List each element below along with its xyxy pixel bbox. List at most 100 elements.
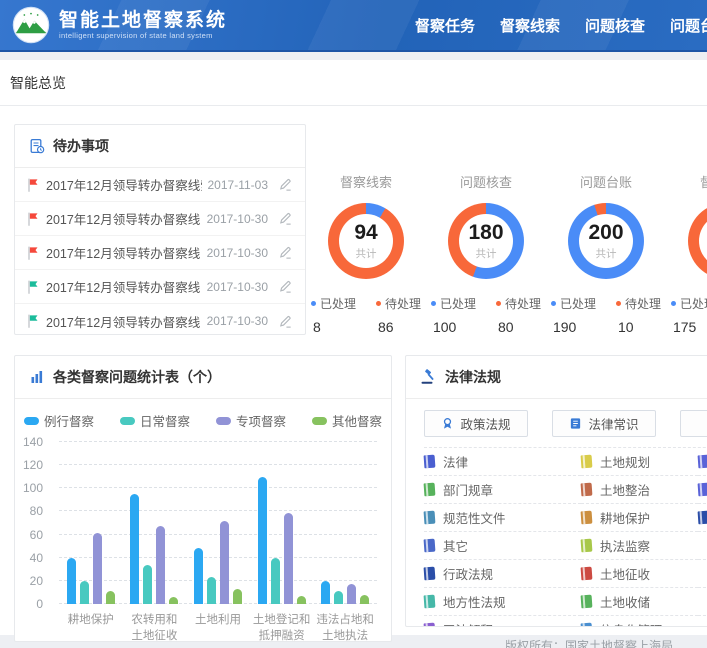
bar-chart-card: 各类督察问题统计表（个） 例行督察日常督察专项督察其他督察 0204060801… [14, 355, 392, 642]
legend-processed: 已处理 190 [551, 295, 596, 335]
todo-item[interactable]: 2017年12月领导转办督察线索 2017-10-30 [15, 236, 305, 270]
bottom-row: 各类督察问题统计表（个） 例行督察日常督察专项督察其他督察 0204060801… [14, 355, 707, 642]
todo-item[interactable]: 2017年12月领导转办督察线索 2017-10-30 [15, 202, 305, 236]
book-icon [581, 595, 593, 609]
bar [93, 533, 102, 604]
law-category-item[interactable]: 土地征收 [581, 560, 698, 588]
book-icon [581, 511, 593, 525]
bar-chart-legend: 例行督察日常督察专项督察其他督察 [15, 411, 391, 430]
book-icon [581, 539, 593, 553]
law-category-label: 地方性法规 [443, 592, 506, 611]
laws-card-title: 法律法规 [445, 367, 501, 387]
bar [321, 581, 330, 604]
law-category-item[interactable]: 规范性文件 [424, 504, 581, 532]
law-category-label: 执法监察 [600, 536, 650, 555]
bar [271, 558, 280, 604]
law-category-item[interactable]: 行政法规 [424, 560, 581, 588]
top-row: 待办事项 2017年12月领导转办督察线索 2017-11-03 2017年12… [0, 124, 707, 335]
law-category-label: 土地整治 [600, 480, 650, 499]
law-button-1[interactable]: 法律常识 [552, 410, 656, 437]
law-buttons-row: 政策法规 法律常识 [406, 410, 707, 437]
todo-item[interactable]: 2017年12月领导转办督察线索 2017-11-03 [15, 168, 305, 202]
donut-chart-3: 督察任务 已处理 175 待处理 [666, 172, 707, 335]
flag-icon [27, 246, 39, 260]
law-category-item[interactable]: 耕地保护 [581, 504, 698, 532]
edit-icon[interactable] [278, 314, 293, 329]
nav-item-2[interactable]: 问题核查 [585, 15, 645, 36]
law-category-item[interactable]: 信息化管理 [581, 616, 698, 627]
edit-icon[interactable] [278, 177, 293, 192]
bar [360, 595, 369, 604]
law-button-0[interactable]: 政策法规 [424, 410, 528, 437]
law-category-label: 法律 [443, 452, 468, 471]
y-tick-label: 40 [30, 551, 43, 565]
y-tick-label: 60 [30, 528, 43, 542]
donut-stats-area: 督察线索 94 共计 已处理 8 待处理 86 问题核查 180 共计 [306, 124, 707, 335]
todo-item-date: 2017-10-30 [207, 280, 268, 294]
law-category-item[interactable] [698, 476, 707, 504]
law-button-label: 法律常识 [588, 414, 638, 433]
flag-icon [27, 280, 39, 294]
edit-icon[interactable] [278, 211, 293, 226]
edit-icon[interactable] [278, 245, 293, 260]
law-category-item[interactable] [698, 448, 707, 476]
bar-card-title: 各类督察问题统计表（个） [53, 367, 221, 387]
law-category-item[interactable]: 土地规划 [581, 448, 698, 476]
todo-item[interactable]: 2017年12月领导转办督察线索 2017-10-30 [15, 304, 305, 338]
law-category-item[interactable]: 其它 [424, 532, 581, 560]
laws-card-header: 法律法规 [406, 356, 707, 399]
nav-item-3[interactable]: 问题台账 [670, 15, 707, 36]
flag-icon [27, 212, 39, 226]
donut-total-label: 共计 [476, 246, 497, 261]
todo-card-title: 待办事项 [53, 136, 109, 156]
todo-item[interactable]: 2017年12月领导转办督察线索 2017-10-30 [15, 270, 305, 304]
law-category-item[interactable]: 土地整治 [581, 476, 698, 504]
law-button-2[interactable] [680, 410, 707, 437]
todo-card: 待办事项 2017年12月领导转办督察线索 2017-11-03 2017年12… [14, 124, 306, 335]
donut-center: 200 共计 [579, 214, 633, 268]
processed-value: 8 [313, 319, 356, 335]
bar-group-2 [186, 442, 250, 604]
donut-chart-1: 问题核查 180 共计 已处理 100 待处理 80 [426, 172, 546, 335]
law-category-item[interactable]: 部门规章 [424, 476, 581, 504]
donut-title: 问题核查 [426, 172, 546, 191]
law-category-label: 规范性文件 [443, 508, 506, 527]
donut-center: 180 共计 [459, 214, 513, 268]
donut-total-label: 共计 [596, 246, 617, 261]
law-category-label: 信息化管理 [600, 620, 663, 627]
edit-icon[interactable] [278, 279, 293, 294]
y-axis-labels: 020406080100120140 [15, 442, 49, 604]
law-category-item[interactable]: 司法解释 [424, 616, 581, 627]
bar [207, 577, 216, 604]
law-category-item[interactable]: 地方性法规 [424, 588, 581, 616]
bar [130, 494, 139, 604]
law-button-label: 政策法规 [460, 414, 510, 433]
book-icon [424, 623, 436, 627]
donut-legend: 已处理 8 待处理 86 [306, 295, 426, 335]
bar-card-header: 各类督察问题统计表（个） [15, 356, 391, 399]
law-category-item[interactable]: 土地收储 [581, 588, 698, 616]
donut-title: 督察线索 [306, 172, 426, 191]
bar-legend-item: 其他督察 [312, 411, 382, 430]
top-navbar: 智能土地督察系统 intelligent supervision of stat… [0, 0, 707, 52]
book-icon [424, 483, 436, 497]
donut-legend: 已处理 100 待处理 80 [426, 295, 546, 335]
bar-chart: 020406080100120140 耕地保护农转用和土地征收土地利用土地登记和… [59, 442, 377, 644]
processed-dot-icon [431, 301, 436, 306]
bar-chart-icon [29, 369, 45, 385]
processed-value: 175 [673, 319, 707, 335]
donut-total-value: 200 [588, 222, 623, 243]
donut-total-value: 180 [468, 222, 503, 243]
donut-total-value: 94 [354, 222, 377, 243]
bar-legend-item: 例行督察 [24, 411, 94, 430]
nav-item-1[interactable]: 督察线索 [500, 15, 560, 36]
pending-dot-icon [616, 301, 621, 306]
law-category-item[interactable] [698, 504, 707, 532]
legend-swatch-icon [216, 417, 231, 425]
law-category-item[interactable]: 法律 [424, 448, 581, 476]
book-icon [424, 539, 436, 553]
x-category-label: 土地利用 [186, 613, 250, 644]
nav-item-0[interactable]: 督察任务 [415, 15, 475, 36]
law-category-item[interactable]: 执法监察 [581, 532, 698, 560]
pending-dot-icon [376, 301, 381, 306]
